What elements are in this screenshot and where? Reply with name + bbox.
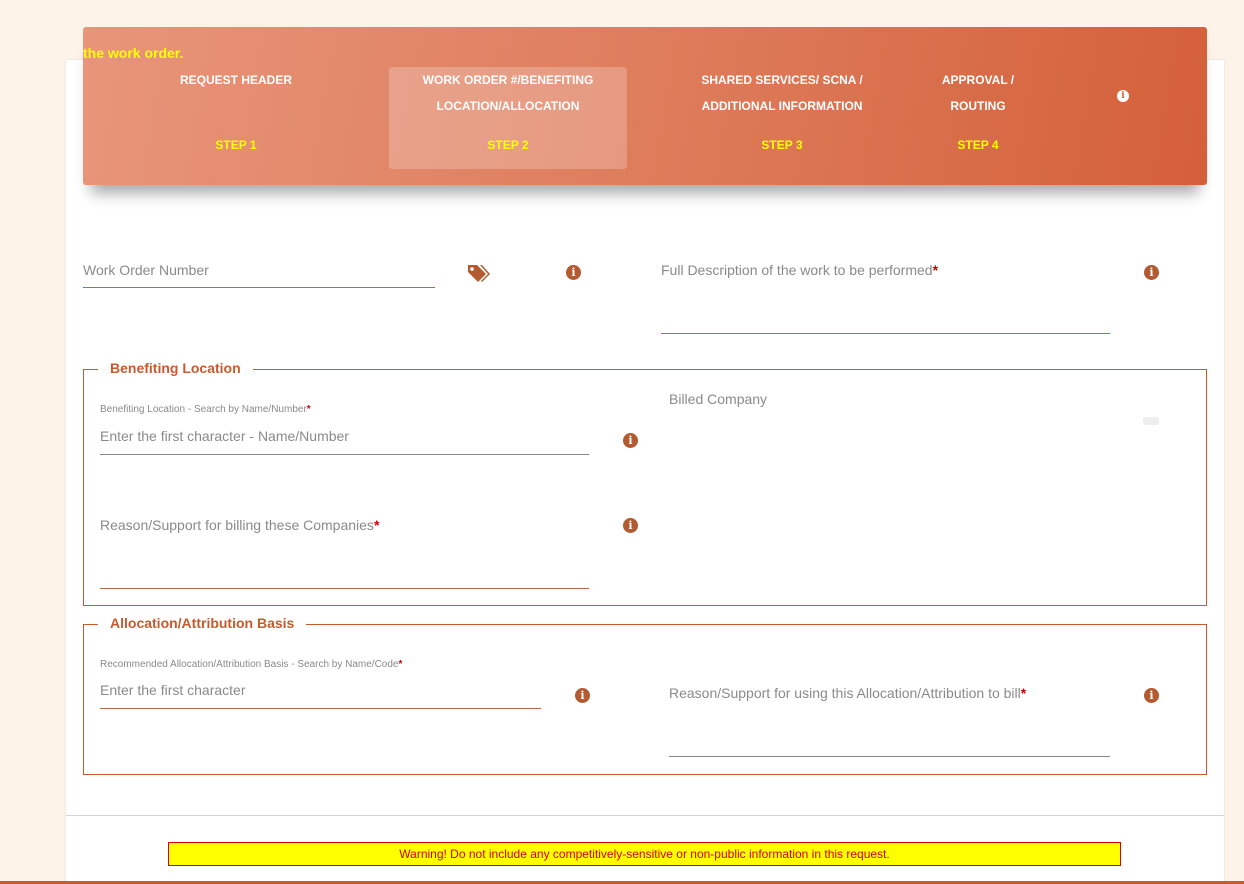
step-4-number: STEP 4 bbox=[957, 138, 999, 152]
full-description-label: Full Description of the work to be perfo… bbox=[661, 262, 939, 278]
step-2-number: STEP 2 bbox=[487, 138, 529, 152]
allocation-reason-textarea[interactable] bbox=[669, 756, 1110, 757]
step-2-title-2: LOCATION/ALLOCATION bbox=[436, 99, 580, 113]
wizard-step-2[interactable]: WORK ORDER #/BENEFITING LOCATION/ALLOCAT… bbox=[389, 67, 627, 169]
allocation-reason-label: Reason/Support for using this Allocation… bbox=[669, 685, 1027, 701]
step-1-number: STEP 1 bbox=[215, 138, 257, 152]
wizard-info-icon[interactable]: i bbox=[1117, 85, 1129, 103]
allocation-search-input[interactable]: Enter the first character bbox=[100, 682, 246, 698]
billed-company-icon bbox=[1143, 417, 1159, 425]
allocation-search-label: Recommended Allocation/Attribution Basis… bbox=[100, 659, 403, 670]
wizard-note: the work order. bbox=[83, 45, 184, 61]
wizard-step-4[interactable]: APPROVAL / ROUTING STEP 4 bbox=[929, 67, 1027, 169]
benefiting-location-legend: Benefiting Location bbox=[98, 360, 253, 376]
step-3-number: STEP 3 bbox=[761, 138, 803, 152]
allocation-search-underline bbox=[100, 708, 541, 709]
step-4-title-2: ROUTING bbox=[950, 99, 1006, 113]
allocation-info-icon[interactable]: i bbox=[575, 688, 590, 703]
wizard-step-3[interactable]: SHARED SERVICES/ SCNA / ADDITIONAL INFOR… bbox=[667, 67, 897, 169]
step-3-title: SHARED SERVICES/ SCNA / bbox=[701, 73, 863, 87]
work-order-number-input[interactable]: Work Order Number bbox=[83, 262, 209, 278]
benefiting-location-search-input[interactable]: Enter the first character - Name/Number bbox=[100, 428, 349, 444]
work-order-number-underline bbox=[83, 287, 435, 288]
allocation-reason-info-icon[interactable]: i bbox=[1144, 688, 1159, 703]
work-order-info-icon[interactable]: i bbox=[566, 265, 581, 280]
billed-company-label: Billed Company bbox=[669, 391, 768, 407]
billing-reason-info-icon[interactable]: i bbox=[623, 518, 638, 533]
tags-icon[interactable] bbox=[467, 263, 491, 283]
benefiting-location-info-icon[interactable]: i bbox=[623, 433, 638, 448]
step-3-title-2: ADDITIONAL INFORMATION bbox=[701, 99, 863, 113]
full-description-textarea[interactable] bbox=[661, 333, 1110, 334]
footer-divider bbox=[66, 815, 1224, 816]
benefiting-location-underline bbox=[100, 454, 589, 455]
step-2-title: WORK ORDER #/BENEFITING bbox=[422, 73, 594, 87]
wizard-header: the work order. REQUEST HEADER STEP 1 WO… bbox=[83, 27, 1207, 185]
full-description-info-icon[interactable]: i bbox=[1144, 265, 1159, 280]
warning-banner: Warning! Do not include any competitivel… bbox=[168, 842, 1121, 866]
step-1-title: REQUEST HEADER bbox=[179, 73, 292, 87]
benefiting-location-search-label: Benefiting Location - Search by Name/Num… bbox=[100, 404, 311, 415]
step-4-title: APPROVAL / bbox=[941, 73, 1015, 87]
wizard-step-1[interactable]: REQUEST HEADER STEP 1 bbox=[143, 67, 329, 169]
billing-reason-label: Reason/Support for billing these Compani… bbox=[100, 517, 380, 533]
allocation-legend: Allocation/Attribution Basis bbox=[98, 615, 307, 631]
billing-reason-textarea[interactable] bbox=[100, 588, 589, 589]
allocation-fieldset bbox=[83, 624, 1207, 775]
